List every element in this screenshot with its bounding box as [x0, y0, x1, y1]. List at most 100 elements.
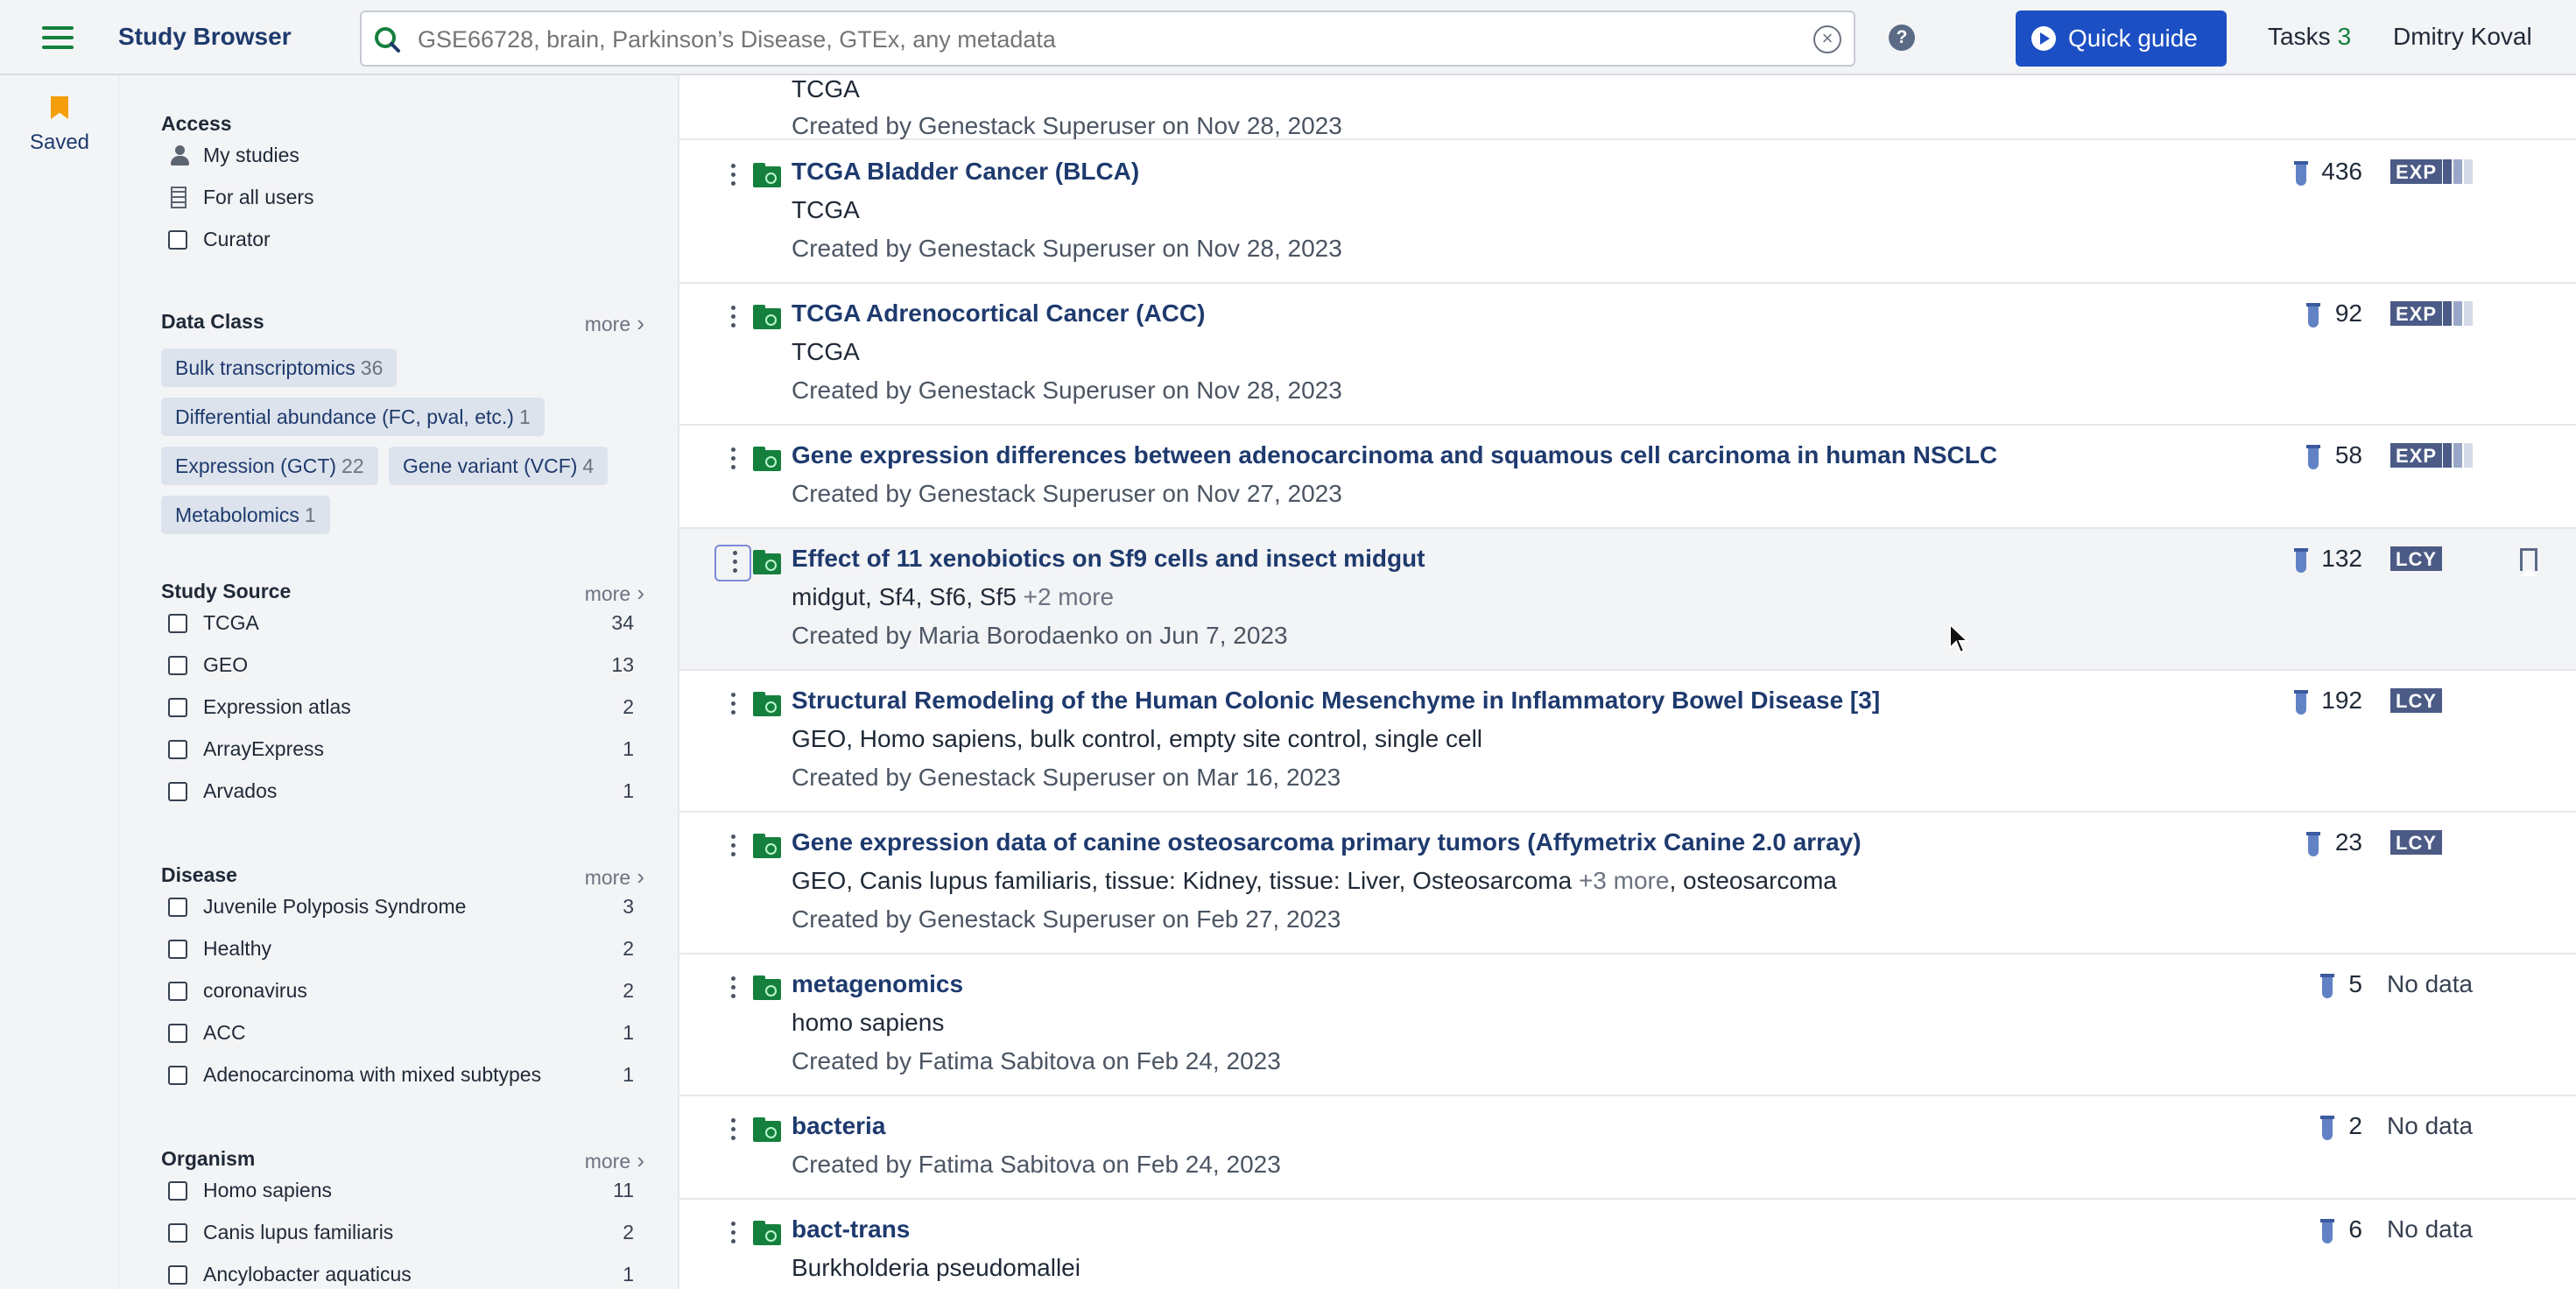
- row-menu-icon[interactable]: [714, 828, 751, 865]
- filter-item[interactable]: Juvenile Polyposis Syndrome 3: [161, 893, 634, 923]
- study-row[interactable]: TCGA Adrenocortical Cancer (ACC) TCGA Cr…: [679, 284, 2576, 426]
- study-row[interactable]: Effect of 11 xenobiotics on Sf9 cells an…: [679, 529, 2576, 671]
- filter-item[interactable]: Canis lupus familiaris 2: [161, 1219, 634, 1249]
- study-title-link[interactable]: bacteria: [792, 1112, 885, 1140]
- study-row[interactable]: metagenomics homo sapiens Created by Fat…: [679, 954, 2576, 1096]
- filter-study-source: Study Source more TCGA 34 GEO 13 Expressio…: [161, 580, 651, 802]
- study-row[interactable]: bact-trans Burkholderia pseudomallei 6 N…: [679, 1200, 2576, 1289]
- study-title-link[interactable]: bact-trans: [792, 1215, 910, 1243]
- more-link[interactable]: more: [585, 310, 644, 337]
- filter-item[interactable]: ACC 1: [161, 1019, 634, 1049]
- tag-differential-abundance[interactable]: Differential abundance (FC, pval, etc.) 1: [161, 398, 545, 436]
- study-title-link[interactable]: TCGA Adrenocortical Cancer (ACC): [792, 299, 1205, 328]
- menu-icon[interactable]: [42, 26, 74, 49]
- study-row[interactable]: Gene expression differences between aden…: [679, 426, 2576, 529]
- more-link[interactable]: more: [585, 580, 644, 607]
- study-title-link[interactable]: Gene expression data of canine osteosarc…: [792, 828, 1862, 856]
- more-tags-link[interactable]: +2 more: [1024, 583, 1115, 610]
- filter-item[interactable]: Ancylobacter aquaticus 1: [161, 1261, 634, 1289]
- filter-item[interactable]: Healthy 2: [161, 935, 634, 965]
- study-title-link[interactable]: Gene expression differences between aden…: [792, 441, 1997, 469]
- filter-item-curator[interactable]: Curator: [161, 226, 634, 256]
- filter-item[interactable]: Homo sapiens 11: [161, 1177, 634, 1207]
- filter-item[interactable]: TCGA 34: [161, 609, 634, 639]
- bookmark-icon: [51, 96, 68, 119]
- checkbox[interactable]: [168, 656, 187, 675]
- checkbox[interactable]: [168, 230, 187, 250]
- checkbox[interactable]: [168, 940, 187, 959]
- row-menu-icon[interactable]: [714, 545, 751, 581]
- bookmark-icon[interactable]: [2520, 548, 2537, 576]
- checkbox[interactable]: [168, 1024, 187, 1043]
- row-menu-icon[interactable]: [714, 970, 751, 1007]
- top-bar: Study Browser × ? Quick guide Tasks3 Dmi…: [0, 0, 2576, 75]
- samples-count: 192: [2321, 687, 2362, 714]
- checkbox[interactable]: [168, 1181, 187, 1201]
- search-box[interactable]: ×: [360, 11, 1855, 67]
- samples-count: 2: [2348, 1112, 2362, 1139]
- left-rail: Saved: [0, 75, 119, 1289]
- more-link[interactable]: more: [585, 863, 644, 891]
- progress-bars: [2443, 443, 2473, 468]
- study-row[interactable]: Structural Remodeling of the Human Colon…: [679, 671, 2576, 813]
- study-row[interactable]: TCGA Created by Genestack Superuser on N…: [679, 75, 2576, 140]
- filter-item[interactable]: GEO 13: [161, 652, 634, 681]
- row-menu-icon[interactable]: [714, 441, 751, 478]
- filter-item[interactable]: Arvados 1: [161, 778, 634, 807]
- checkbox[interactable]: [168, 982, 187, 1001]
- filter-item[interactable]: ArrayExpress 1: [161, 736, 634, 765]
- study-title-link[interactable]: metagenomics: [792, 970, 963, 998]
- row-menu-icon[interactable]: [714, 299, 751, 336]
- checkbox[interactable]: [168, 1066, 187, 1085]
- filter-item[interactable]: Adenocarcinoma with mixed subtypes 1: [161, 1061, 634, 1091]
- more-tags-link[interactable]: +3 more: [1579, 867, 1670, 894]
- checkbox[interactable]: [168, 782, 187, 801]
- row-menu-icon[interactable]: [714, 1112, 751, 1149]
- filter-title: Study Source: [161, 580, 292, 602]
- checkbox[interactable]: [168, 1223, 187, 1243]
- study-title-link[interactable]: Structural Remodeling of the Human Colon…: [792, 687, 1880, 715]
- more-link[interactable]: more: [585, 1147, 644, 1174]
- user-menu[interactable]: Dmitry Koval: [2393, 23, 2532, 51]
- samples-icon: [2320, 1116, 2334, 1140]
- study-title-link[interactable]: TCGA Bladder Cancer (BLCA): [792, 158, 1139, 186]
- samples-icon: [2294, 161, 2308, 186]
- samples-count: 132: [2321, 545, 2362, 572]
- tag-label: Metabolomics: [175, 504, 299, 526]
- tag-bulk-transcriptomics[interactable]: Bulk transcriptomics 36: [161, 349, 398, 387]
- tag-metabolomics[interactable]: Metabolomics 1: [161, 496, 330, 534]
- row-menu-icon[interactable]: [714, 687, 751, 723]
- tasks-count: 3: [2337, 23, 2352, 50]
- filter-item-my-studies[interactable]: My studies: [161, 142, 634, 172]
- filter-item[interactable]: Expression atlas 2: [161, 694, 634, 723]
- study-row[interactable]: TCGA Bladder Cancer (BLCA) TCGA Created …: [679, 142, 2576, 284]
- quick-guide-button[interactable]: Quick guide: [2016, 11, 2227, 67]
- checkbox[interactable]: [168, 614, 187, 633]
- samples-count: 58: [2334, 441, 2362, 468]
- help-icon[interactable]: ?: [1889, 25, 1915, 51]
- checkbox[interactable]: [168, 898, 187, 917]
- app-title[interactable]: Study Browser: [118, 23, 292, 51]
- search-input[interactable]: [418, 25, 1775, 54]
- tag-gene-variant-vcf[interactable]: Gene variant (VCF) 4: [389, 447, 609, 485]
- clear-search-icon[interactable]: ×: [1813, 25, 1841, 53]
- filter-item[interactable]: coronavirus 2: [161, 977, 634, 1007]
- study-title-link[interactable]: Effect of 11 xenobiotics on Sf9 cells an…: [792, 545, 1425, 573]
- filter-count: 1: [623, 1263, 634, 1285]
- samples-icon: [2306, 832, 2320, 856]
- saved-nav-item[interactable]: Saved: [0, 96, 119, 155]
- filter-label: For all users: [203, 186, 314, 208]
- row-menu-icon[interactable]: [714, 1215, 751, 1252]
- samples-icon: [2294, 690, 2308, 715]
- checkbox[interactable]: [168, 740, 187, 759]
- progress-bars: [2443, 159, 2473, 184]
- study-row[interactable]: Gene expression data of canine osteosarc…: [679, 813, 2576, 954]
- tasks-link[interactable]: Tasks 3: [2268, 23, 2351, 51]
- filter-item-for-all-users[interactable]: For all users: [161, 184, 634, 214]
- tag-expression-gct[interactable]: Expression (GCT) 22: [161, 447, 378, 485]
- checkbox[interactable]: [168, 698, 187, 717]
- study-row[interactable]: bacteria Created by Fatima Sabitova on F…: [679, 1096, 2576, 1200]
- row-menu-icon[interactable]: [714, 158, 751, 194]
- no-data-status: No data: [2387, 1215, 2474, 1243]
- checkbox[interactable]: [168, 1265, 187, 1285]
